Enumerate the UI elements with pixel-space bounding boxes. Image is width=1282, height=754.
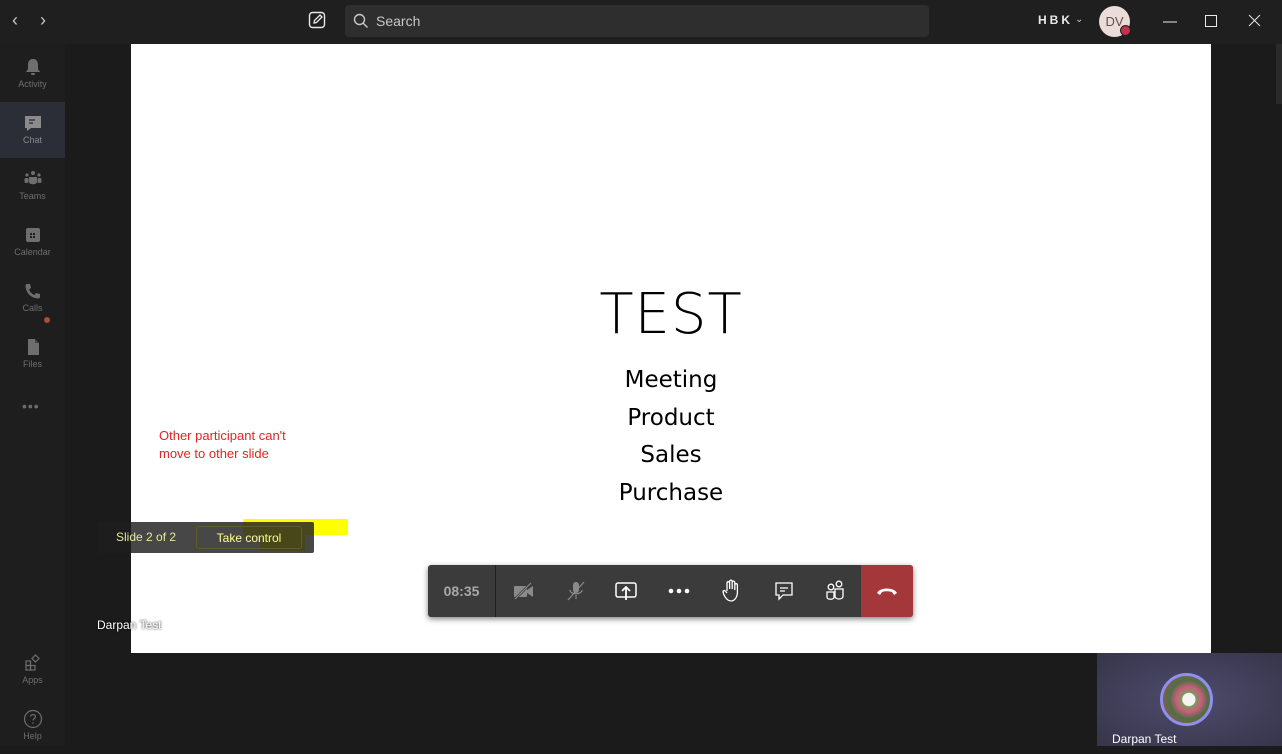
take-control-button[interactable]: Take control [196,526,302,549]
chevron-down-icon[interactable]: ⌄ [1075,14,1083,25]
meeting-chat-button[interactable] [758,565,810,617]
rail-label: Files [22,359,42,369]
slide-bullet: Purchase [618,479,724,506]
participants-icon [826,580,844,600]
hang-up-icon [877,588,897,595]
window-edge [1276,44,1282,104]
rail-label: Teams [19,191,46,201]
call-controls: 08:35 [428,565,913,617]
slide-bullet: Meeting [624,367,718,393]
camera-off-icon [514,582,533,600]
rail-label: Apps [22,675,43,685]
more-apps-button[interactable]: ••• [22,398,40,414]
apps-icon [24,654,40,671]
forward-button[interactable]: › [40,10,46,30]
app-rail: Activity Chat Teams Calendar Calls Files… [0,44,65,746]
notification-badge [44,317,50,323]
raise-hand-icon [722,579,739,602]
slide-title: TEST [599,282,743,347]
participant-name: Darpan Test [1112,732,1177,746]
self-video-tile[interactable]: Darpan Test [1097,653,1282,746]
more-actions-button[interactable] [653,565,705,617]
rail-item-calls[interactable]: Calls [0,270,65,326]
rail-item-calendar[interactable]: Calendar [0,214,65,270]
file-icon [27,339,39,355]
mic-toggle-button[interactable] [550,565,602,617]
participant-avatar [1160,673,1213,726]
org-switcher[interactable]: HBK [1038,13,1073,27]
calendar-icon [25,228,40,242]
search-box[interactable] [345,5,929,37]
bell-icon [25,59,40,75]
rail-label: Activity [18,79,47,89]
mic-off-icon [567,581,585,601]
annotation-line: Other participant can't [159,428,286,443]
close-button[interactable] [1243,10,1267,34]
compose-icon[interactable] [308,11,328,31]
slide-control-bar: Slide 2 of 2 Take control [97,522,314,553]
rail-item-chat[interactable]: Chat [0,102,65,158]
more-icon [668,588,690,594]
hang-up-button[interactable] [861,565,913,617]
raise-hand-button[interactable] [705,565,757,617]
chat-icon [24,116,41,131]
annotation-line: move to other slide [159,446,269,461]
presenter-name: Darpan Test [97,618,162,632]
rail-item-teams[interactable]: Teams [0,158,65,214]
chat-icon [775,582,793,601]
rail-label: Chat [22,135,42,145]
slide-counter: Slide 2 of 2 [116,530,177,544]
rail-item-apps[interactable]: Apps [0,642,65,698]
search-input[interactable] [376,5,916,37]
share-screen-button[interactable] [600,565,652,617]
search-icon [353,13,368,28]
annotation-note: Other participant can't move to other sl… [159,427,359,463]
help-icon [23,709,42,729]
rail-label: Help [23,731,42,741]
back-button[interactable]: ‹ [12,10,18,30]
teams-icon [24,171,41,185]
phone-icon [25,284,40,299]
rail-item-activity[interactable]: Activity [0,46,65,102]
rail-label: Calendar [14,247,51,257]
participants-button[interactable] [809,565,861,617]
shared-slide: TEST Meeting Product Sales Purchase [131,44,1211,653]
rail-label: Calls [22,303,43,313]
title-bar: ‹ › HBK ⌄ DV [0,0,1282,44]
rail-item-files[interactable]: Files [0,326,65,382]
presence-badge [1120,25,1131,36]
minimize-button[interactable] [1158,10,1182,34]
call-timer: 08:35 [428,565,496,617]
maximize-button[interactable] [1199,10,1223,34]
share-screen-icon [615,582,637,600]
camera-toggle-button[interactable] [498,565,550,617]
